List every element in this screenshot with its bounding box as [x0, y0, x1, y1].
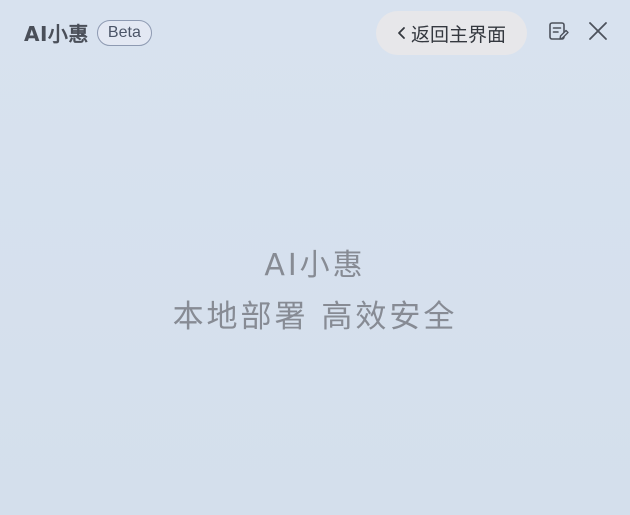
brand: AI小惠 Beta [24, 18, 152, 47]
close-button[interactable] [585, 20, 611, 46]
welcome-subtitle: 本地部署 高效安全 [172, 299, 458, 335]
assistant-window: AI小惠 Beta 返回主界面 AI小惠 本地部署 高效安全 [0, 0, 630, 515]
welcome-message: AI小惠 本地部署 高效安全 [0, 244, 630, 342]
note-edit-icon [547, 20, 569, 46]
close-icon [587, 20, 609, 46]
back-to-main-button[interactable]: 返回主界面 [376, 11, 527, 55]
chevron-left-icon [397, 25, 407, 41]
header-bar: AI小惠 Beta 返回主界面 [0, 0, 630, 66]
back-to-main-label: 返回主界面 [410, 23, 506, 46]
brand-title: AI小惠 [24, 22, 89, 46]
beta-badge: Beta [96, 19, 152, 46]
welcome-title: AI小惠 [264, 248, 366, 283]
edit-button[interactable] [545, 20, 571, 46]
